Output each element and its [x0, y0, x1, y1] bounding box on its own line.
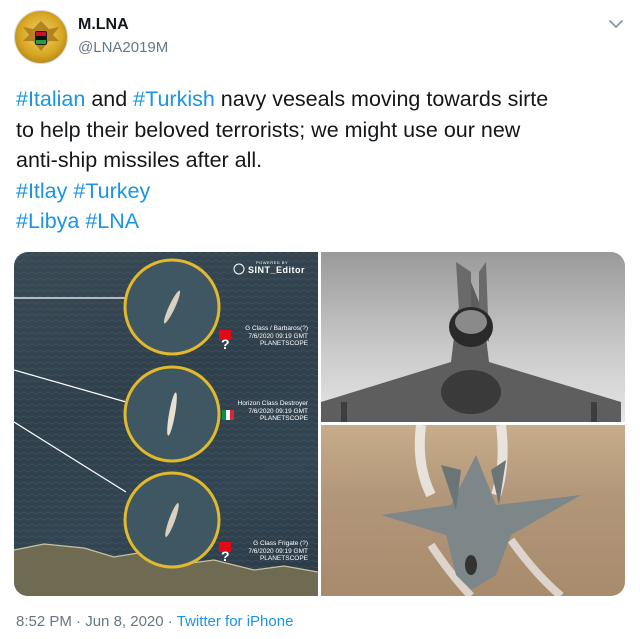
- ship-source: PLANETSCOPE: [259, 340, 308, 347]
- tweet-text-segment: navy veseals moving towards sirte: [214, 87, 549, 111]
- display-name[interactable]: M.LNA: [78, 16, 129, 34]
- fighter-jet-graphic: [381, 424, 581, 596]
- tweet-text: #Italian and #Turkish navy veseals movin…: [16, 84, 622, 237]
- ship-source: PLANETSCOPE: [259, 555, 308, 562]
- tweet-text-segment: and: [85, 87, 134, 111]
- tweet-time[interactable]: 8:52 PM: [16, 613, 72, 630]
- ship-class: G Class Frigate (?): [253, 540, 308, 547]
- emblem-icon: [23, 21, 59, 51]
- hashtag-link[interactable]: #Turkey: [73, 179, 150, 203]
- fighter-jet-photo-top[interactable]: [321, 252, 625, 422]
- tweet-text-line: #Italian and #Turkish navy veseals movin…: [16, 84, 622, 115]
- ship-label-1: G Class / Barbaros(?) 7/6/2020 09:19 GMT…: [228, 325, 308, 348]
- ship-class: G Class / Barbaros(?): [245, 325, 308, 332]
- hashtag-link[interactable]: #LNA: [85, 209, 139, 233]
- tweet-text-line: #Libya #LNA: [16, 206, 622, 237]
- hashtag-link[interactable]: #Italian: [16, 87, 85, 111]
- satellite-image[interactable]: POWERED BY SINT_Editor ? G Class / Barba…: [14, 252, 319, 596]
- chevron-down-icon[interactable]: [606, 14, 626, 34]
- avatar[interactable]: [14, 10, 68, 64]
- watermark-text: SINT_Editor: [248, 265, 306, 275]
- tweet-date[interactable]: Jun 8, 2020: [85, 613, 163, 630]
- watermark: POWERED BY SINT_Editor: [234, 260, 305, 275]
- tweet-media[interactable]: POWERED BY SINT_Editor ? G Class / Barba…: [14, 252, 625, 596]
- tweet-footer: 8:52 PM · Jun 8, 2020 · Twitter for iPho…: [16, 613, 293, 630]
- tweet-text-segment: anti-ship missiles after all.: [16, 148, 263, 172]
- ship-label-2: Horizon Class Destroyer 7/6/2020 09:19 G…: [224, 400, 308, 423]
- separator: ·: [163, 613, 177, 630]
- fighter-jet-graphic: [321, 262, 621, 422]
- italy-flag-icon: [222, 410, 234, 420]
- fighter-jet-photo-bottom[interactable]: [321, 424, 625, 596]
- tweet-header: M.LNA @LNA2019M: [14, 10, 626, 66]
- tweet-text-line: anti-ship missiles after all.: [16, 145, 622, 176]
- tweet-text-line: to help their beloved terrorists; we mig…: [16, 115, 622, 146]
- ship-class: Horizon Class Destroyer: [237, 400, 308, 407]
- hashtag-link[interactable]: #Turkish: [133, 87, 215, 111]
- account-handle[interactable]: @LNA2019M: [78, 39, 168, 56]
- tweet-text-line: #Itlay #Turkey: [16, 176, 622, 207]
- ship-label-3: G Class Frigate (?) 7/6/2020 09:19 GMT P…: [228, 540, 308, 563]
- ship-datetime: 7/6/2020 09:19 GMT: [248, 332, 308, 340]
- ship-datetime: 7/6/2020 09:19 GMT: [248, 547, 308, 555]
- separator: ·: [71, 613, 86, 630]
- ship-source: PLANETSCOPE: [259, 415, 308, 422]
- tweet-text-segment: to help their beloved terrorists; we mig…: [16, 117, 521, 142]
- tweet-source-link[interactable]: Twitter for iPhone: [177, 613, 294, 630]
- hashtag-link[interactable]: #Itlay: [16, 179, 67, 203]
- ship-datetime: 7/6/2020 09:19 GMT: [248, 407, 308, 415]
- hashtag-link[interactable]: #Libya: [16, 209, 79, 233]
